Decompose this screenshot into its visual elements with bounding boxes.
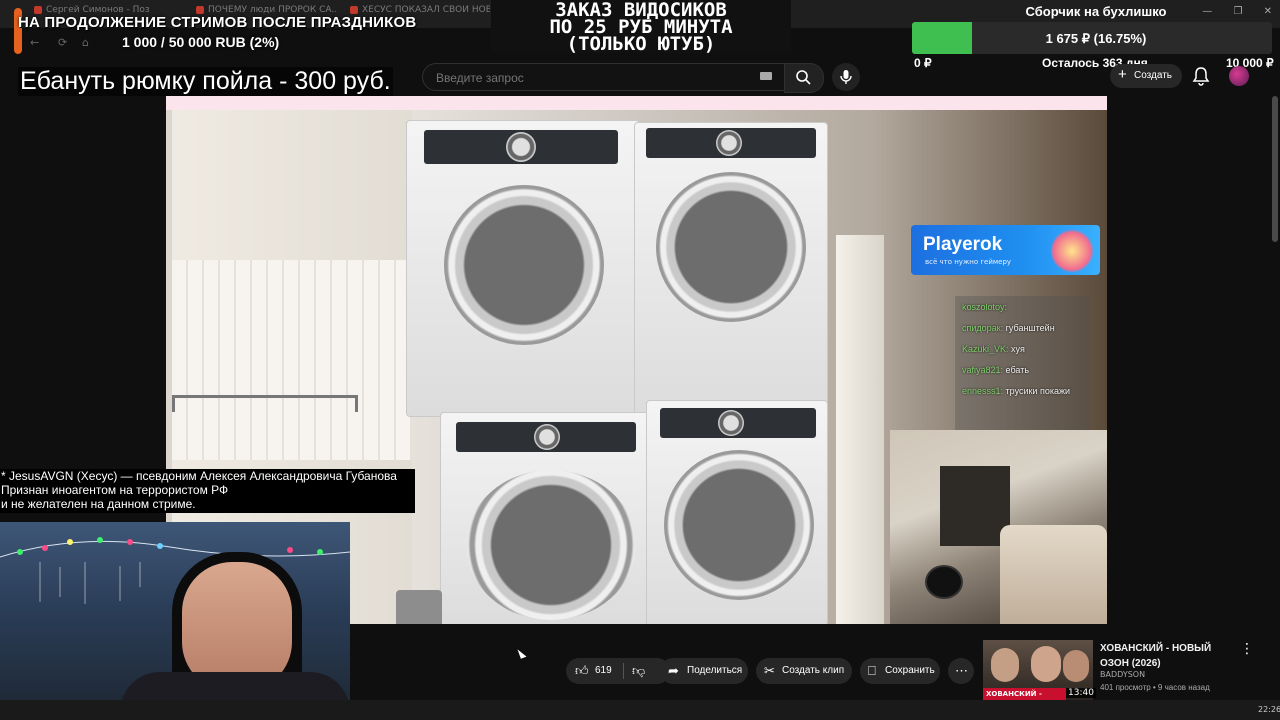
thumb-face <box>1031 646 1061 682</box>
ad-tagline: всё что нужно геймеру <box>925 258 1012 266</box>
disclaimer-box: * JesusAVGN (Хесус) — псевдоним Алексея … <box>0 469 415 513</box>
back-icon[interactable]: ← <box>30 36 39 49</box>
armchair <box>1000 525 1107 624</box>
machine-door <box>466 470 636 620</box>
thumb-up-icon[interactable]: 👍︎ <box>575 663 589 679</box>
disclaimer-line: и не желателен на данном стриме. <box>1 497 196 511</box>
search-button[interactable] <box>784 63 824 93</box>
machine-door <box>444 185 604 345</box>
chat-message: спидорак: губанштейн <box>962 323 1055 333</box>
disclaimer-line: * JesusAVGN (Хесус) — псевдоним Алексея … <box>1 469 397 483</box>
room-camera <box>890 430 1107 624</box>
dial-knob <box>534 424 560 450</box>
rec-meta: 401 просмотр • 9 часов назад <box>1100 683 1210 692</box>
chat-message: vafiya821: ебать <box>962 365 1030 375</box>
window-controls[interactable]: — ❐ ✕ <box>1184 6 1272 17</box>
divider <box>623 663 624 679</box>
system-clock: 22:26 <box>1258 705 1280 714</box>
stream-chat <box>955 296 1089 430</box>
search-input[interactable] <box>434 69 738 87</box>
dial-knob <box>506 132 536 162</box>
clip-label: Создать клип <box>782 665 845 676</box>
collector-min: 0 ₽ <box>914 56 932 70</box>
collector-progress-fill <box>912 22 973 54</box>
dial-knob <box>716 130 742 156</box>
dial-knob <box>718 410 744 436</box>
plus-icon: + <box>1118 66 1127 83</box>
chat-message: Kazuki_VK: хуя <box>962 344 1025 354</box>
collector-amount: 1 675 ₽ (16.75%) <box>1045 31 1147 46</box>
minimize-icon[interactable]: — <box>1202 6 1212 17</box>
close-icon[interactable]: ✕ <box>1264 6 1272 17</box>
order-line: (ТОЛЬКО ЮТУБ) <box>566 33 716 55</box>
clip-button[interactable]: ✂ Создать клип <box>756 658 852 684</box>
pour-offer: Ебануть рюмку пойла - 300 руб. <box>18 67 393 96</box>
machine-door <box>656 172 806 322</box>
create-label: Создать <box>1134 70 1173 81</box>
mic-icon <box>840 70 852 84</box>
disclaimer-line: Признан иноагентом на террористом РФ <box>1 483 229 497</box>
scissors-icon: ✂ <box>764 663 775 678</box>
chat-message: ennesss1: трусики покажи <box>962 386 1071 396</box>
thumb-face <box>991 648 1019 682</box>
drying-rack <box>172 395 358 412</box>
wainscoting <box>172 260 412 460</box>
search-icon <box>796 70 811 85</box>
mascot-icon <box>1050 229 1094 273</box>
ad-brand: Playerok <box>923 234 1003 255</box>
share-icon: ➦ <box>668 663 679 678</box>
more-icon: ⋯ <box>955 663 968 678</box>
chat-message: koszolotoy: <box>962 302 1008 312</box>
machine-door <box>664 450 814 600</box>
bookmark-icon: ⎕ <box>868 663 876 678</box>
like-dislike-group: 👍︎ 619 👎︎ <box>566 658 670 684</box>
collector-title: Сборчик на бухлишко <box>1025 4 1167 19</box>
thumb-caption: ХОВАНСКИЙ - НОВЫЙ <box>983 688 1066 700</box>
bell-icon[interactable] <box>1192 66 1210 86</box>
door-frame <box>836 235 884 624</box>
reload-icon[interactable]: ⟳ <box>58 36 67 49</box>
rec-duration: 13:40 <box>1066 688 1096 698</box>
trash-can <box>396 590 442 624</box>
streamer-webcam <box>0 522 350 720</box>
restore-icon[interactable]: ❐ <box>1233 6 1242 17</box>
account-avatar[interactable] <box>1229 66 1249 86</box>
rec-title[interactable]: ХОВАНСКИЙ - НОВЫЙ ОЗОН (2026) <box>1100 641 1240 671</box>
home-icon[interactable]: ⌂ <box>82 36 89 49</box>
share-label: Поделиться <box>687 665 743 676</box>
microphone <box>925 565 963 599</box>
save-label: Сохранить <box>885 665 935 676</box>
rec-channel[interactable]: BADDYSON <box>1100 670 1145 679</box>
like-count[interactable]: 619 <box>595 665 612 676</box>
mouse-cursor <box>517 647 527 659</box>
video-browser-bar <box>166 96 1107 110</box>
stream-banner: НА ПРОДОЛЖЕНИЕ СТРИМОВ ПОСЛЕ ПРАЗДНИКОВ <box>18 14 417 31</box>
save-button[interactable]: ⎕ Сохранить <box>860 658 940 684</box>
goal-progress: 1 000 / 50 000 RUB (2%) <box>122 34 280 50</box>
keyboard-icon[interactable] <box>760 72 772 80</box>
taskbar <box>0 700 1280 720</box>
page-scrollbar[interactable] <box>1272 96 1278 242</box>
share-button[interactable]: ➦ Поделиться <box>660 658 748 684</box>
voice-search-button[interactable] <box>832 63 860 91</box>
more-actions-button[interactable]: ⋯ <box>948 658 974 684</box>
thumb-face <box>1063 650 1089 682</box>
rec-menu-icon[interactable]: ⋮ <box>1240 641 1254 657</box>
thumb-down-icon[interactable]: 👎︎ <box>632 663 645 679</box>
create-button[interactable]: + Создать <box>1110 64 1182 88</box>
